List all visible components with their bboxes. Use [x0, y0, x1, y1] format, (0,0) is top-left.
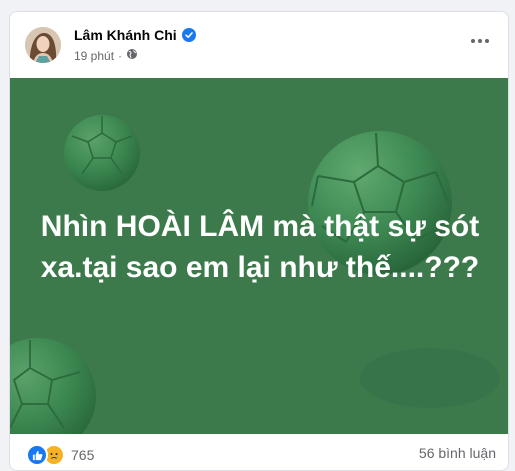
- post-text: Nhìn HOÀI LÂM mà thật sự sót xa.tại sao …: [10, 206, 508, 288]
- comment-count-link[interactable]: 56 bình luận: [419, 445, 496, 461]
- reaction-count: 765: [71, 447, 95, 463]
- post-card: Lâm Khánh Chi 19 phút · Nhìn HOÀI LÂM mà…: [9, 11, 509, 471]
- post-meta: 19 phút ·: [74, 48, 138, 63]
- post-text-line2: xa.tại sao em lại như thế....???: [40, 251, 480, 284]
- more-options-button[interactable]: [466, 31, 494, 51]
- author-info: Lâm Khánh Chi: [74, 27, 196, 43]
- verified-badge-icon: [181, 28, 196, 42]
- post-text-line1: Nhìn HOÀI LÂM mà thật sự sót: [40, 210, 480, 243]
- globe-icon: [126, 48, 138, 63]
- soccer-ball-small: [64, 115, 140, 191]
- like-reaction-icon: [26, 444, 48, 466]
- author-avatar[interactable]: [25, 27, 61, 63]
- post-content[interactable]: Nhìn HOÀI LÂM mà thật sự sót xa.tại sao …: [10, 78, 508, 434]
- reactions-summary[interactable]: 765: [26, 444, 94, 466]
- post-footer: 765 56 bình luận: [10, 434, 508, 470]
- post-timestamp[interactable]: 19 phút: [74, 49, 114, 63]
- post-header: Lâm Khánh Chi 19 phút ·: [10, 12, 508, 78]
- meta-separator: ·: [118, 48, 123, 63]
- more-options-icon: [471, 39, 489, 43]
- author-name[interactable]: Lâm Khánh Chi: [74, 27, 177, 43]
